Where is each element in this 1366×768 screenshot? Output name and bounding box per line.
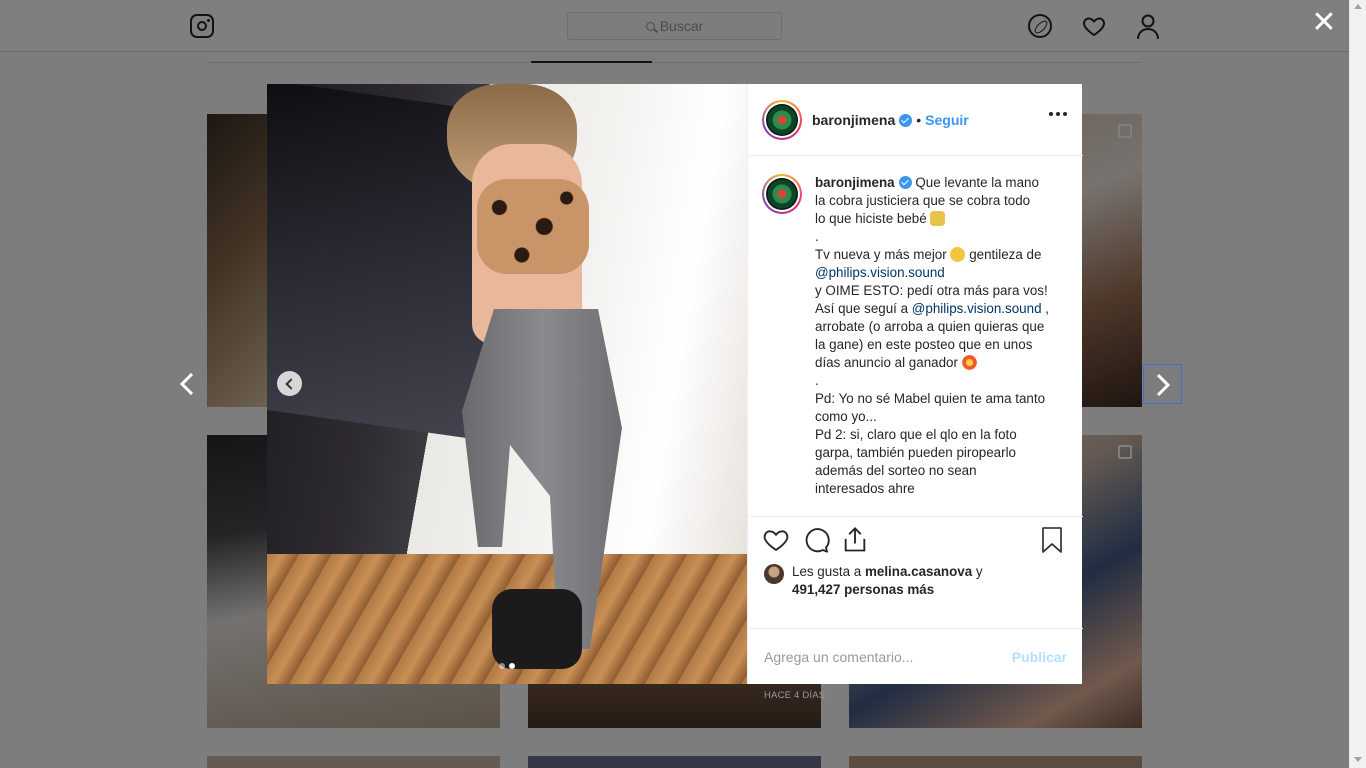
comment-bubble-icon[interactable]	[802, 526, 830, 556]
scroll-up-arrow-icon[interactable]	[1354, 4, 1362, 9]
caption-line: como yo...	[815, 409, 877, 424]
caption-line: la gane) en este posteo que en unos	[815, 337, 1033, 352]
caption-line: además del sorteo no sean	[815, 463, 977, 478]
action-row	[762, 526, 1068, 556]
post-timestamp: HACE 4 DÍAS	[764, 690, 826, 701]
follow-button[interactable]: Seguir	[925, 112, 969, 128]
likes-count-link[interactable]: 491,427 personas más	[792, 582, 934, 597]
verified-badge-icon	[899, 113, 913, 127]
comment-form: Publicar	[748, 628, 1083, 684]
caption-text: baronjimena Que levante la mano la cobra…	[815, 174, 1063, 514]
smirk-emoji-icon	[950, 247, 966, 262]
post-modal: baronjimena • Seguir baronjimena Que lev…	[267, 84, 1083, 701]
caption-line: interesados ahre	[815, 481, 915, 496]
mention-link[interactable]: @philips.vision.sound	[815, 265, 945, 280]
separator: •	[916, 111, 922, 128]
comment-input[interactable]	[764, 648, 1012, 665]
caption-line: Pd 2: si, claro que el qlo en la foto	[815, 427, 1017, 442]
avatar[interactable]	[762, 99, 802, 140]
caption-line: Que levante la mano	[915, 175, 1039, 190]
caption-line: días anuncio al ganador	[815, 355, 958, 370]
page-scrollbar[interactable]	[1349, 0, 1366, 768]
caption-line: gentileza de	[969, 247, 1042, 262]
post-sidebar: baronjimena • Seguir baronjimena Que lev…	[747, 84, 1083, 701]
caption-line: Tv nueva y más mejor	[815, 247, 947, 262]
likes-prefix: Les gusta a	[792, 564, 862, 579]
caption-avatar[interactable]	[762, 174, 802, 214]
caption-line: garpa, también pueden piropearlo	[815, 445, 1017, 460]
mention-link[interactable]: @philips.vision.sound	[912, 301, 1042, 316]
collision-emoji-icon	[961, 355, 977, 370]
more-options-icon[interactable]	[1049, 112, 1067, 116]
carousel-dot-active	[509, 663, 515, 669]
post-caption: baronjimena Que levante la mano la cobra…	[762, 174, 1067, 514]
flexed-biceps-emoji-icon	[930, 211, 946, 226]
photo-shoes-shape	[492, 589, 582, 669]
caption-line: .	[815, 229, 819, 244]
next-post-arrow-icon[interactable]	[1143, 364, 1182, 404]
carousel-indicator	[499, 663, 515, 669]
previous-post-arrow-icon[interactable]	[172, 368, 202, 400]
carousel-previous-icon[interactable]	[277, 371, 302, 396]
carousel-dot	[499, 663, 505, 669]
liker-username-link[interactable]: melina.casanova	[865, 564, 972, 579]
post-header: baronjimena • Seguir	[748, 84, 1083, 156]
post-photo[interactable]	[267, 84, 747, 684]
username-link[interactable]: baronjimena	[812, 112, 913, 128]
caption-line: y OIME ESTO: pedí otra más para vos!	[815, 283, 1048, 298]
save-bookmark-icon[interactable]	[1040, 526, 1068, 556]
caption-username[interactable]: baronjimena	[815, 175, 895, 190]
publish-button[interactable]: Publicar	[1012, 649, 1067, 665]
scroll-down-arrow-icon[interactable]	[1354, 757, 1362, 762]
caption-line: lo que hiciste bebé	[815, 211, 927, 226]
likes-text: Les gusta a melina.casanova y 491,427 pe…	[792, 563, 983, 599]
share-upload-icon[interactable]	[841, 526, 869, 556]
likes-summary: Les gusta a melina.casanova y 491,427 pe…	[764, 563, 1064, 599]
photo-top-shape	[477, 179, 589, 274]
caption-line: Pd: Yo no sé Mabel quien te ama tanto	[815, 391, 1046, 406]
close-icon[interactable]: ✕	[1308, 8, 1340, 40]
caption-line: Así que seguí a	[815, 301, 909, 316]
caption-line: la cobra justiciera que se cobra todo	[815, 193, 1031, 208]
liker-avatar[interactable]	[764, 564, 784, 584]
verified-badge-icon	[898, 176, 912, 189]
caption-line: arrobate (o arroba a quien quieras que	[815, 319, 1045, 334]
caption-line: .	[815, 373, 819, 388]
likes-and: y	[975, 564, 983, 579]
like-heart-icon[interactable]	[762, 526, 790, 556]
caption-line: ,	[1045, 301, 1049, 316]
